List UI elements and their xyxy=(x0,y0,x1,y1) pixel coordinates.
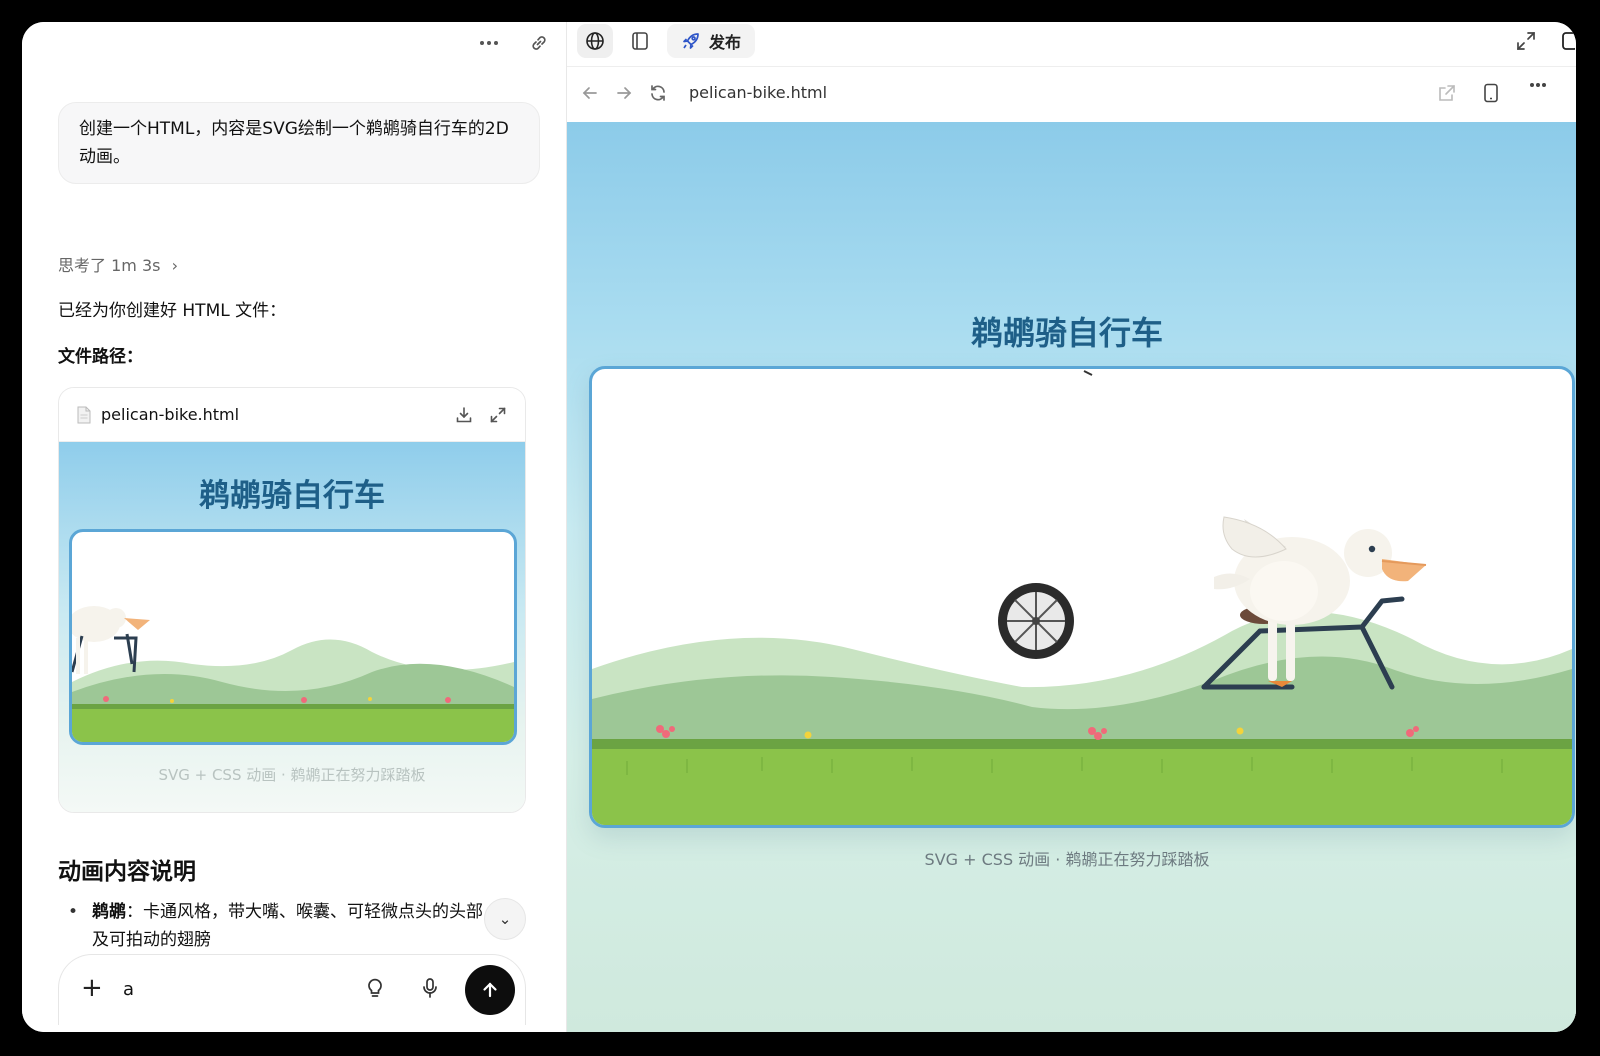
mini-preview-caption: SVG + CSS 动画 · 鹈鹕正在努力踩踏板 xyxy=(158,766,426,784)
globe-icon[interactable] xyxy=(577,24,613,58)
more-options-icon[interactable] xyxy=(1529,82,1547,88)
file-name: pelican-bike.html xyxy=(101,405,240,424)
composer-input[interactable]: a xyxy=(123,979,134,1000)
window-square-icon[interactable] xyxy=(1561,30,1575,52)
file-card[interactable]: pelican-bike.html 鹈鹕骑自行车 SVG + CSS 动画 · … xyxy=(58,387,526,813)
download-icon[interactable] xyxy=(455,406,473,424)
chevron-down-icon: ⌄ xyxy=(498,910,512,928)
address-bar: pelican-bike.html xyxy=(567,66,1576,123)
reply-intro: 已经为你创建好 HTML 文件： xyxy=(58,301,287,321)
fullscreen-icon[interactable] xyxy=(1515,30,1537,52)
publish-button[interactable]: 发布 xyxy=(667,24,755,58)
page-title: 鹈鹕骑自行车 xyxy=(970,314,1163,352)
mini-animation-stage xyxy=(69,529,517,745)
chevron-right-icon: › xyxy=(171,256,178,275)
publish-label: 发布 xyxy=(708,33,741,52)
animation-svg xyxy=(592,370,1572,825)
file-icon xyxy=(77,406,91,424)
chat-panel: 创建一个HTML，内容是SVG绘制一个鹈鹕骑自行车的2D动画。 思考了 1m 3… xyxy=(22,22,566,1032)
file-card-header: pelican-bike.html xyxy=(59,388,525,442)
forward-arrow-icon[interactable] xyxy=(615,84,633,102)
preview-panel: 发布 pelican-bike.html 鹈鹕骑自行车 SVG + CSS 动画… xyxy=(566,22,1576,1032)
reload-icon[interactable] xyxy=(649,84,667,102)
file-preview-thumbnail[interactable]: 鹈鹕骑自行车 SVG + CSS 动画 · 鹈鹕正在努力踩踏板 xyxy=(59,442,525,812)
preview-page: 鹈鹕骑自行车 SVG + CSS 动画 · 鹈鹕正在努力踩踏板 xyxy=(567,122,1576,1032)
preview-toolbar: 发布 xyxy=(567,22,1576,67)
user-message: 创建一个HTML，内容是SVG绘制一个鹈鹕骑自行车的2D动画。 xyxy=(58,102,540,184)
microphone-icon[interactable] xyxy=(421,977,439,999)
scroll-down-button[interactable]: ⌄ xyxy=(484,898,526,940)
plus-icon[interactable]: + xyxy=(81,973,103,1003)
link-icon[interactable] xyxy=(526,30,552,56)
section-title: 动画内容说明 xyxy=(58,859,196,885)
composer[interactable]: + a xyxy=(58,954,526,1025)
page-caption: SVG + CSS 动画 · 鹈鹕正在努力踩踏板 xyxy=(924,850,1210,869)
page-icon[interactable] xyxy=(623,24,657,58)
expand-icon[interactable] xyxy=(489,406,507,424)
more-options-icon[interactable] xyxy=(476,30,502,56)
animation-stage xyxy=(589,366,1575,828)
back-arrow-icon[interactable] xyxy=(581,84,599,102)
arrow-up-icon xyxy=(483,982,497,998)
thinking-toggle[interactable]: 思考了 1m 3s › xyxy=(58,252,178,276)
bullet-item: 鹈鹕：卡通风格，带大嘴、喉囊、可轻微点头的头部，以及可拍动的翅膀 xyxy=(68,898,532,954)
bike-wheel xyxy=(998,583,1074,659)
url-text[interactable]: pelican-bike.html xyxy=(689,83,827,102)
bullet-text: ：卡通风格，带大嘴、喉囊、可轻微点头的头部，以及可拍动的翅膀 xyxy=(92,902,517,950)
ground-line xyxy=(592,739,1572,749)
lightbulb-icon[interactable] xyxy=(365,977,385,999)
bullet-bold: 鹈鹕 xyxy=(92,902,126,922)
send-button[interactable] xyxy=(465,965,515,1015)
mobile-view-icon[interactable] xyxy=(1483,83,1499,103)
path-label: 文件路径： xyxy=(58,347,143,367)
app-window: 创建一个HTML，内容是SVG绘制一个鹈鹕骑自行车的2D动画。 思考了 1m 3… xyxy=(22,22,1576,1032)
open-external-icon[interactable] xyxy=(1437,83,1457,103)
rocket-icon xyxy=(681,31,701,51)
mini-preview-title: 鹈鹕骑自行车 xyxy=(199,478,385,514)
chat-topbar xyxy=(476,30,552,56)
thinking-label: 思考了 1m 3s xyxy=(58,256,161,275)
